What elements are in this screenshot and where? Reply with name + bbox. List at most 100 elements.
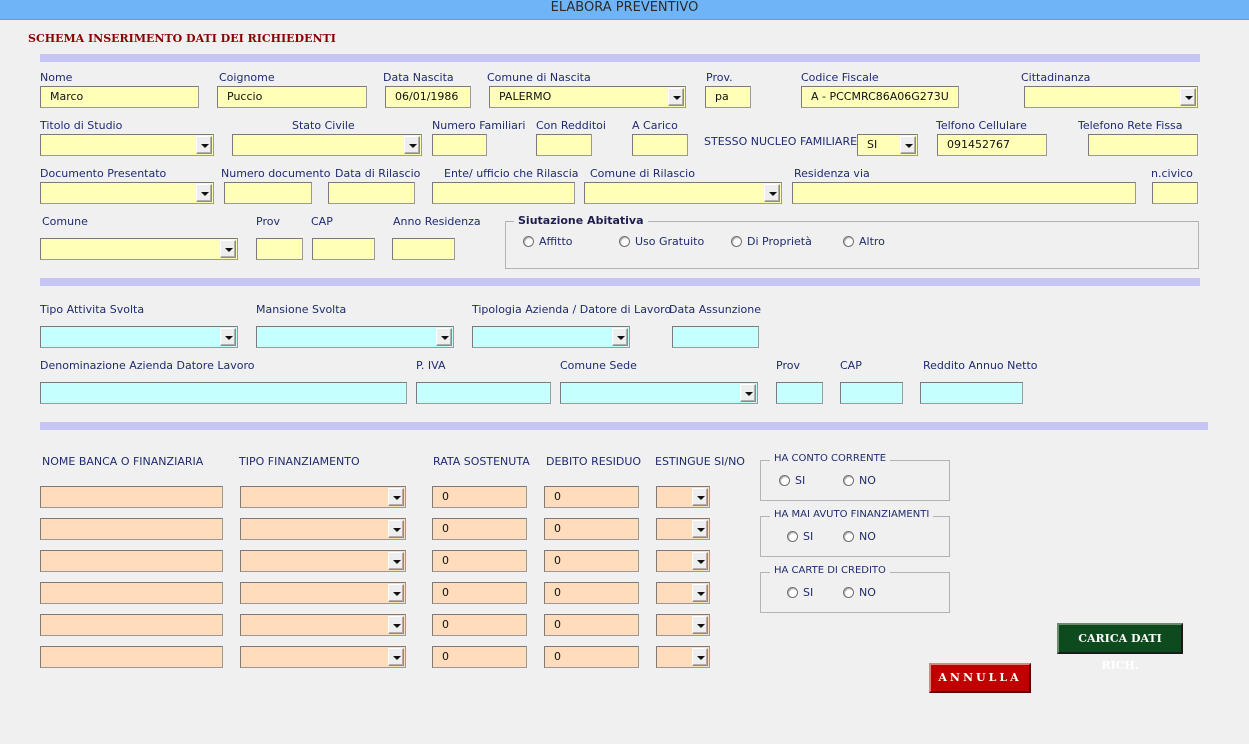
residenza-via-field[interactable] [792,182,1136,204]
tipo-finanziamento-combo[interactable] [240,550,406,572]
radio-icon[interactable] [619,236,630,247]
chevron-down-icon[interactable] [692,520,708,538]
cap2-field[interactable] [840,382,903,404]
banca-field[interactable] [40,486,223,508]
radio-icon[interactable] [787,531,798,542]
chevron-down-icon[interactable] [436,328,452,346]
carte-no[interactable]: NO [843,586,876,599]
finanziamenti-no[interactable]: NO [843,530,876,543]
chevron-down-icon[interactable] [388,584,404,602]
radio-icon[interactable] [779,475,790,486]
telefono-fisso-field[interactable] [1088,134,1198,156]
anno-residenza-field[interactable] [392,238,455,260]
mansione-combo[interactable] [256,326,454,348]
prov2-field[interactable] [256,238,303,260]
tipo-finanziamento-combo[interactable] [240,582,406,604]
con-redditi-field[interactable] [536,134,592,156]
rata-field[interactable]: 0 [432,550,527,572]
cognome-field[interactable]: Puccio [217,86,367,108]
chevron-down-icon[interactable] [220,240,236,258]
chevron-down-icon[interactable] [388,616,404,634]
radio-icon[interactable] [731,236,742,247]
estingue-combo[interactable] [656,614,710,636]
carte-si[interactable]: SI [787,586,813,599]
tipo-finanziamento-combo[interactable] [240,646,406,668]
stesso-nucleo-combo[interactable]: SI [857,134,918,156]
debito-field[interactable]: 0 [544,486,639,508]
chevron-down-icon[interactable] [388,552,404,570]
radio-affitto[interactable]: Affitto [523,235,573,248]
chevron-down-icon[interactable] [692,488,708,506]
denominazione-azienda-field[interactable] [40,382,407,404]
chevron-down-icon[interactable] [900,136,916,154]
tipo-finanziamento-combo[interactable] [240,614,406,636]
chevron-down-icon[interactable] [404,136,420,154]
debito-field[interactable]: 0 [544,614,639,636]
debito-field[interactable]: 0 [544,646,639,668]
debito-field[interactable]: 0 [544,582,639,604]
radio-icon[interactable] [523,236,534,247]
comune-rilascio-combo[interactable] [584,182,782,204]
a-carico-field[interactable] [632,134,688,156]
radio-uso-gratuito[interactable]: Uso Gratuito [619,235,704,248]
titolo-studio-combo[interactable] [40,134,214,156]
comune-sede-combo[interactable] [560,382,758,404]
chevron-down-icon[interactable] [692,552,708,570]
rata-field[interactable]: 0 [432,646,527,668]
chevron-down-icon[interactable] [692,648,708,666]
tipologia-azienda-combo[interactable] [472,326,630,348]
ente-rilascio-field[interactable] [432,182,575,204]
chevron-down-icon[interactable] [1180,88,1196,106]
carica-dati-button[interactable]: CARICA DATI RICH. [1057,623,1183,672]
rata-field[interactable]: 0 [432,486,527,508]
chevron-down-icon[interactable] [196,136,212,154]
tipo-finanziamento-combo[interactable] [240,518,406,540]
reddito-field[interactable] [920,382,1023,404]
nome-field[interactable]: Marco [40,86,199,108]
data-assunzione-field[interactable] [672,326,759,348]
banca-field[interactable] [40,550,223,572]
annulla-button[interactable]: ANNULLA [929,663,1031,693]
banca-field[interactable] [40,518,223,540]
chevron-down-icon[interactable] [196,184,212,202]
piva-field[interactable] [416,382,551,404]
chevron-down-icon[interactable] [388,648,404,666]
chevron-down-icon[interactable] [740,384,756,402]
conto-corrente-no[interactable]: NO [843,474,876,487]
estingue-combo[interactable] [656,518,710,540]
radio-di-proprieta[interactable]: Di Proprietà [731,235,812,248]
debito-field[interactable]: 0 [544,550,639,572]
radio-icon[interactable] [787,587,798,598]
chevron-down-icon[interactable] [612,328,628,346]
rata-field[interactable]: 0 [432,518,527,540]
radio-icon[interactable] [843,236,854,247]
codice-fiscale-field[interactable]: A - PCCMRC86A06G273U [801,86,959,108]
n-civico-field[interactable] [1152,182,1198,204]
chevron-down-icon[interactable] [668,88,684,106]
estingue-combo[interactable] [656,486,710,508]
rata-field[interactable]: 0 [432,614,527,636]
data-rilascio-field[interactable] [328,182,415,204]
chevron-down-icon[interactable] [388,488,404,506]
banca-field[interactable] [40,582,223,604]
debito-field[interactable]: 0 [544,518,639,540]
chevron-down-icon[interactable] [764,184,780,202]
telefono-cellulare-field[interactable]: 091452767 [937,134,1047,156]
finanziamenti-si[interactable]: SI [787,530,813,543]
rata-field[interactable]: 0 [432,582,527,604]
cittadinanza-combo[interactable] [1024,86,1198,108]
chevron-down-icon[interactable] [692,584,708,602]
numero-familiari-field[interactable] [432,134,487,156]
chevron-down-icon[interactable] [220,328,236,346]
radio-icon[interactable] [843,531,854,542]
comune-nascita-combo[interactable]: PALERMO [489,86,686,108]
radio-icon[interactable] [843,587,854,598]
comune-combo[interactable] [40,238,238,260]
chevron-down-icon[interactable] [692,616,708,634]
tipo-attivita-combo[interactable] [40,326,238,348]
estingue-combo[interactable] [656,646,710,668]
documento-combo[interactable] [40,182,214,204]
radio-icon[interactable] [843,475,854,486]
data-nascita-field[interactable]: 06/01/1986 [385,86,471,108]
prov3-field[interactable] [776,382,823,404]
